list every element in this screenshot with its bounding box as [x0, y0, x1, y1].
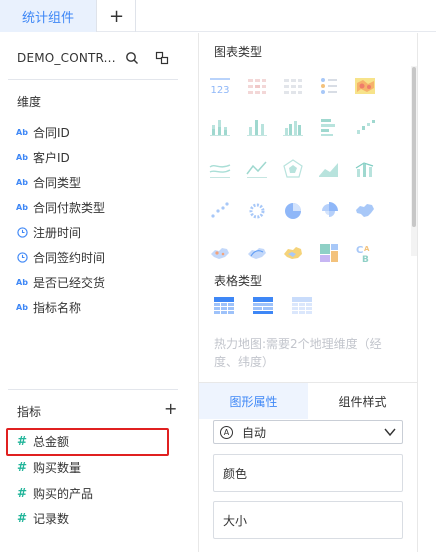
treemap-chart-icon[interactable] — [318, 242, 340, 264]
number-field-icon: # — [16, 460, 28, 474]
bubble-ring-chart-icon[interactable] — [246, 200, 268, 222]
clock-icon — [16, 226, 28, 238]
pie-chart-icon[interactable] — [282, 200, 304, 222]
dimension-field[interactable]: Ab 客户ID — [16, 146, 70, 168]
stacked-bar-chart-icon[interactable] — [209, 116, 231, 138]
field-label: 购买数量 — [33, 460, 82, 475]
area-chart-icon[interactable] — [318, 158, 340, 180]
field-label: 合同ID — [33, 125, 70, 140]
flow-map-chart-icon[interactable] — [246, 242, 268, 264]
dataset-header: DEMO_CONTR... — [17, 43, 187, 73]
field-label: 合同类型 — [33, 175, 82, 190]
number-field-icon: # — [16, 511, 28, 525]
tab-statistics-component[interactable]: 统计组件 — [0, 0, 97, 32]
chart-types-header: 图表类型 — [214, 45, 263, 59]
field-label: 客户ID — [33, 150, 70, 165]
text-field-icon: Ab — [16, 277, 28, 287]
text-field-icon: Ab — [16, 152, 28, 162]
field-label: 是否已经交货 — [33, 275, 106, 290]
dimension-field[interactable]: Ab 合同付款类型 — [16, 196, 105, 218]
add-measure-button[interactable]: + — [164, 399, 177, 418]
field-label: 指标名称 — [33, 300, 82, 315]
line-chart-icon[interactable] — [246, 158, 268, 180]
chart-mode-value: 自动 — [242, 425, 267, 440]
waterfall-chart-icon[interactable] — [354, 116, 376, 138]
dimensions-header: 维度 — [17, 95, 42, 109]
dataset-name[interactable]: DEMO_CONTR... — [17, 51, 116, 65]
divider — [417, 33, 418, 552]
measure-field[interactable]: # 记录数 — [16, 507, 69, 529]
text-field-icon: Ab — [16, 127, 28, 137]
search-icon[interactable] — [125, 51, 139, 65]
dataset-panel: DEMO_CONTR... 维度 Ab 合同ID Ab 客户ID Ab 合同类型… — [0, 33, 199, 552]
combo-chart-icon[interactable] — [354, 158, 376, 180]
dimension-field[interactable]: 注册时间 — [16, 221, 81, 243]
measure-field[interactable]: # 购买数量 — [16, 456, 81, 478]
dimension-field[interactable]: Ab 是否已经交货 — [16, 271, 105, 293]
svg-text:B: B — [362, 255, 369, 264]
heat-region-map-chart-icon[interactable] — [282, 242, 304, 264]
heat-map-chart-icon[interactable] — [354, 75, 376, 97]
field-label: 购买的产品 — [33, 486, 94, 501]
dimension-field[interactable]: Ab 合同ID — [16, 121, 70, 143]
grouped-column-chart-icon[interactable] — [282, 116, 304, 138]
text-field-icon: Ab — [16, 177, 28, 187]
field-label: 合同付款类型 — [33, 200, 106, 215]
rose-chart-icon[interactable] — [318, 200, 340, 222]
tab-component-style[interactable]: 组件样式 — [308, 383, 417, 419]
kpi-chart-icon[interactable]: 123 — [209, 75, 231, 97]
chevron-down-icon — [384, 428, 396, 437]
china-map-chart-icon[interactable] — [354, 200, 376, 222]
divider — [8, 389, 178, 390]
text-field-icon: Ab — [16, 302, 28, 312]
dimension-field[interactable]: 合同签约时间 — [16, 246, 105, 268]
field-label: 合同签约时间 — [33, 250, 106, 265]
radar-chart-icon[interactable] — [282, 158, 304, 180]
divider — [8, 79, 178, 80]
field-label: 记录数 — [33, 511, 70, 526]
clock-icon — [16, 251, 28, 263]
svg-text:A: A — [364, 245, 370, 253]
field-label: 注册时间 — [33, 225, 82, 240]
grouped-table-icon[interactable] — [252, 295, 274, 317]
cross-table-chart-icon[interactable] — [282, 75, 304, 97]
measures-header: 指标 — [17, 405, 42, 419]
color-property-box[interactable]: 颜色 — [213, 454, 403, 492]
bubble-map-chart-icon[interactable] — [209, 242, 231, 264]
chart-config-panel: 图表类型 123 C A B 表格类型 热力地图:需要2个地理维度（经度、纬度）… — [199, 33, 436, 552]
kpi-chart-text: 123 — [210, 85, 229, 96]
selection-highlight — [6, 428, 169, 456]
switch-dataset-icon[interactable] — [155, 51, 169, 65]
cross-table-icon[interactable] — [291, 295, 313, 317]
word-cloud-chart-icon[interactable]: C A B — [354, 242, 376, 264]
multi-line-chart-icon[interactable] — [209, 158, 231, 180]
tab-bar: 统计组件 + — [0, 0, 436, 32]
auto-mode-icon: A — [220, 425, 233, 439]
text-field-icon: Ab — [16, 202, 28, 212]
tab-chart-properties[interactable]: 图形属性 — [199, 383, 308, 419]
chart-hint-text: 热力地图:需要2个地理维度（经度、纬度） — [214, 337, 382, 369]
table-grid-chart-icon[interactable] — [246, 75, 268, 97]
add-tab-button[interactable]: + — [98, 0, 136, 32]
size-property-box[interactable]: 大小 — [213, 501, 403, 539]
property-tabs: 图形属性 组件样式 — [199, 382, 417, 419]
table-types-header: 表格类型 — [214, 274, 263, 288]
size-label: 大小 — [223, 513, 248, 528]
dimension-field[interactable]: Ab 合同类型 — [16, 171, 81, 193]
chart-mode-select[interactable]: A 自动 — [213, 420, 403, 444]
detail-table-icon[interactable] — [213, 295, 235, 317]
color-label: 颜色 — [223, 466, 248, 481]
column-chart-icon[interactable] — [246, 116, 268, 138]
scrollbar-thumb[interactable] — [412, 67, 416, 227]
dimension-field[interactable]: Ab 指标名称 — [16, 296, 81, 318]
dot-matrix-chart-icon[interactable] — [318, 75, 340, 97]
number-field-icon: # — [16, 486, 28, 500]
stacked-bar-horizontal-icon[interactable] — [318, 116, 340, 138]
scatter-chart-icon[interactable] — [209, 200, 231, 222]
measure-field[interactable]: # 购买的产品 — [16, 482, 93, 504]
